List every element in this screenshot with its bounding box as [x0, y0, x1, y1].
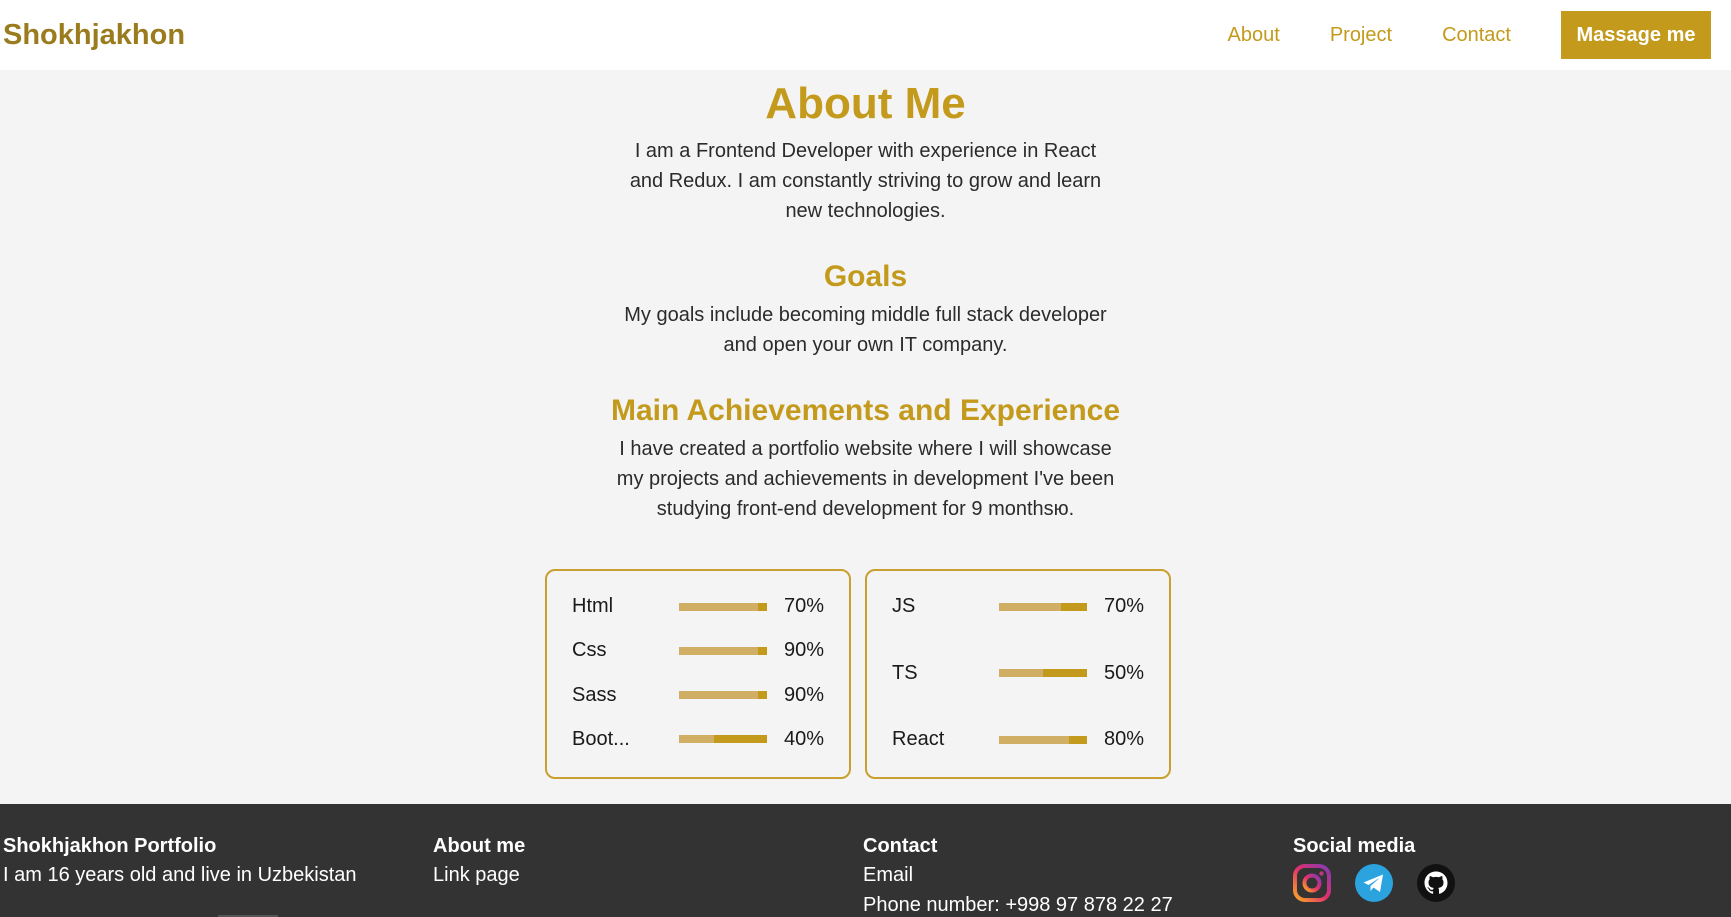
skill-row: TS 50% [892, 662, 1144, 685]
footer-portfolio-title: Shokhjakhon Portfolio [3, 835, 217, 857]
footer-social-title: Social media [1293, 835, 1416, 857]
footer-phone: Phone number: +998 97 878 22 27 [863, 894, 1173, 916]
skill-progress-fill [679, 691, 759, 700]
skill-name: Css [572, 639, 607, 662]
skill-row: Sass 90% [572, 684, 824, 707]
skill-name: React [892, 728, 945, 750]
skill-progress-fill [999, 602, 1061, 611]
skill-progress-fill [999, 735, 1070, 744]
footer-about-title: About me [433, 835, 526, 857]
message-me-button[interactable]: Massage me [1561, 11, 1711, 59]
footer-portfolio: Shokhjakhon Portfolio I am 16 years old … [3, 832, 357, 890]
achievements-text: I have created a portfolio website where… [616, 438, 1115, 520]
site-footer: Shokhjakhon Portfolio I am 16 years old … [0, 804, 1731, 917]
social-icons-row [1293, 864, 1455, 902]
footer-email-link[interactable]: Email [863, 860, 1173, 890]
skills-container: Html 70% Css 90% Sass 90% Boot... 40% JS 70% TS 50… [545, 569, 1171, 779]
telegram-icon[interactable] [1355, 864, 1393, 902]
skill-row: React 80% [892, 728, 1144, 751]
skill-progress-bar [679, 646, 767, 655]
skill-percent: 70% [784, 595, 825, 617]
footer-contact-title: Contact [863, 835, 938, 857]
skill-percent: 80% [1104, 728, 1145, 750]
footer-portfolio-text: I am 16 years old and live in Uzbekistan [3, 864, 357, 886]
instagram-icon[interactable] [1293, 864, 1331, 902]
skill-name: JS [892, 595, 916, 617]
skill-progress-fill [679, 646, 759, 655]
skill-row: Html 70% [572, 595, 824, 618]
skills-card-right: JS 70% TS 50% React 80% [865, 569, 1171, 779]
skill-row: Boot... 40% [572, 728, 824, 751]
skill-progress-fill [679, 735, 715, 744]
skill-name: Html [572, 595, 614, 617]
skill-percent: 70% [1104, 595, 1145, 617]
site-header: Shokhjakhon About Project Contact Massag… [0, 0, 1731, 70]
about-section: About Me I am a Frontend Developer with … [0, 70, 1731, 804]
skill-name: TS [892, 661, 918, 684]
skill-progress-fill [999, 669, 1043, 677]
footer-about: About me Link page [433, 832, 525, 890]
nav-link-about[interactable]: About [1228, 24, 1280, 47]
nav-link-project[interactable]: Project [1330, 24, 1392, 47]
skill-progress-bar [679, 691, 767, 700]
skill-row: JS 70% [892, 595, 1144, 618]
skill-percent: 90% [784, 639, 825, 662]
goals-text: My goals include becoming middle full st… [624, 304, 1107, 356]
skill-name: Sass [572, 683, 617, 706]
skill-progress-bar [999, 602, 1087, 611]
footer-contact: Contact Email Phone number: +998 97 878 … [863, 832, 1173, 917]
skill-percent: 50% [1104, 661, 1145, 684]
about-text: I am a Frontend Developer with experienc… [629, 140, 1102, 222]
brand-logo[interactable]: Shokhjakhon [3, 19, 185, 52]
skill-progress-bar [999, 669, 1087, 677]
main-nav: About Project Contact Massage me [1178, 11, 1711, 59]
achievements-title: Main Achievements and Experience [610, 394, 1121, 427]
skill-progress-bar [679, 602, 767, 611]
skill-progress-bar [999, 735, 1087, 744]
skills-card-left: Html 70% Css 90% Sass 90% Boot... 40% [545, 569, 851, 779]
github-icon[interactable] [1417, 864, 1455, 902]
skill-row: Css 90% [572, 639, 824, 662]
nav-link-contact[interactable]: Contact [1442, 24, 1511, 47]
footer-social: Social media [1293, 832, 1455, 902]
footer-link-page[interactable]: Link page [433, 860, 525, 890]
skill-percent: 40% [784, 727, 825, 750]
about-title: About Me [765, 79, 966, 128]
goals-title: Goals [823, 260, 908, 293]
skill-name: Boot... [572, 727, 630, 750]
skill-percent: 90% [784, 683, 825, 706]
skill-progress-fill [679, 602, 759, 611]
skill-progress-bar [679, 735, 767, 744]
